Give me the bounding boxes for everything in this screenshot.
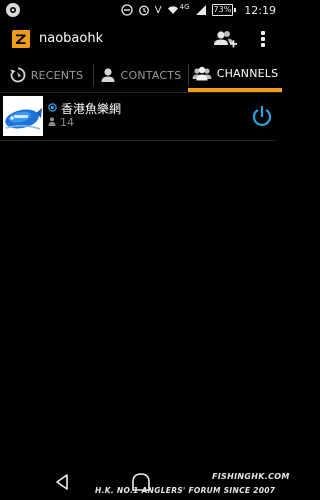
contact-person-icon bbox=[101, 68, 115, 82]
status-bar: V 4G 73% 12:19 bbox=[0, 0, 282, 20]
tab-contacts[interactable]: CONTACTS bbox=[93, 58, 188, 92]
tab-recents[interactable]: RECENTS bbox=[0, 58, 93, 92]
notification-badge-icon bbox=[6, 3, 20, 17]
channels-group-icon bbox=[192, 66, 212, 81]
member-count-icon bbox=[48, 117, 56, 126]
recents-icon bbox=[10, 67, 26, 83]
watermark-site: FISHINGHK.COM bbox=[212, 472, 290, 481]
battery-icon: 73% bbox=[211, 4, 237, 16]
watermark-slogan: H.K. NO.1 ANGLERS' FORUM SINCE 2007 bbox=[95, 486, 276, 495]
channel-list-item[interactable]: 香港魚樂網 14 bbox=[0, 94, 282, 140]
alarm-icon bbox=[138, 5, 149, 16]
tab-bar: RECENTS CONTACTS CHANNELS bbox=[0, 58, 282, 92]
back-icon[interactable] bbox=[54, 473, 70, 491]
row-divider bbox=[0, 140, 276, 141]
tab-divider bbox=[0, 92, 282, 93]
app-title: naobaohk bbox=[39, 31, 104, 46]
wifi-icon bbox=[167, 6, 178, 14]
member-count: 14 bbox=[60, 116, 74, 129]
add-contact-icon[interactable] bbox=[212, 29, 238, 51]
overflow-menu-icon[interactable] bbox=[256, 29, 270, 49]
network-type: 4G bbox=[179, 3, 190, 11]
navigation-bar: FISHINGHK.COM H.K. NO.1 ANGLERS' FORUM S… bbox=[0, 463, 289, 500]
battery-level: 73% bbox=[211, 4, 234, 16]
channel-name: 香港魚樂網 bbox=[61, 102, 122, 116]
channel-avatar bbox=[3, 96, 43, 136]
tab-channels[interactable]: CHANNELS bbox=[188, 58, 282, 92]
tab-contacts-label: CONTACTS bbox=[120, 68, 182, 82]
tab-channels-label: CHANNELS bbox=[216, 66, 279, 80]
zello-logo-icon[interactable] bbox=[10, 28, 32, 50]
volte-icon: V bbox=[154, 4, 162, 16]
tab-recents-label: RECENTS bbox=[30, 68, 84, 82]
action-bar: naobaohk bbox=[0, 21, 282, 57]
clock: 12:19 bbox=[244, 3, 276, 17]
power-toggle-icon[interactable] bbox=[251, 105, 273, 127]
signal-icon bbox=[195, 5, 206, 15]
online-status-icon bbox=[48, 103, 57, 112]
do-not-disturb-icon bbox=[121, 4, 133, 16]
